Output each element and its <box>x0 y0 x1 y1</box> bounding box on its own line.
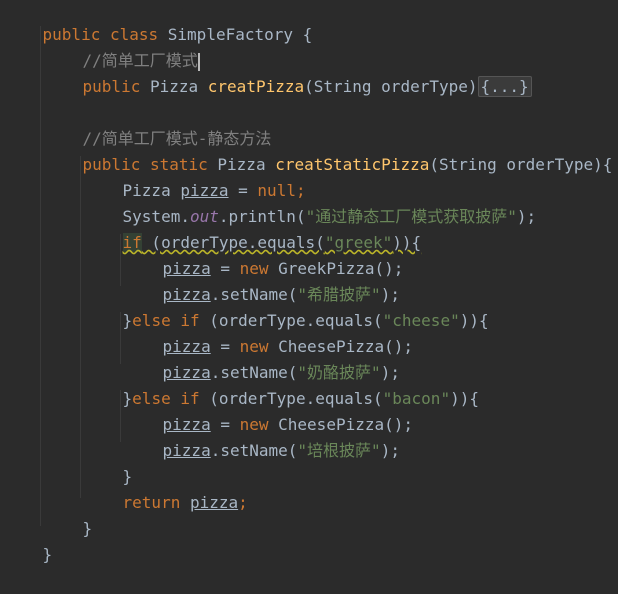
method-name: creatPizza <box>207 77 305 96</box>
indent-guide <box>40 26 41 526</box>
code-line-20[interactable]: } <box>44 490 618 538</box>
code-line-7[interactable]: Pizza pizza = null; <box>84 152 618 200</box>
code-line-2[interactable]: //简单工厂模式 <box>44 22 618 71</box>
keyword: public <box>82 77 141 96</box>
code-line-18[interactable]: } <box>84 438 618 486</box>
params: (String orderType) <box>304 77 478 96</box>
code-line-9[interactable]: if (orderType.equals("greek")){ <box>84 204 618 252</box>
code-line-10[interactable]: pizza = new GreekPizza(); <box>124 230 618 278</box>
code-line-12[interactable]: }else if (orderType.equals("cheese")){ <box>84 282 618 330</box>
code-line-11[interactable]: pizza.setName("希腊披萨"); <box>124 256 618 304</box>
code-line-21[interactable]: } <box>4 516 618 564</box>
code-line-17[interactable]: pizza.setName("培根披萨"); <box>124 412 618 460</box>
code-line-8[interactable]: System.out.println("通过静态工厂模式获取披萨"); <box>84 178 618 226</box>
brace: } <box>42 545 53 564</box>
code-line-6[interactable]: public static Pizza creatStaticPizza(Str… <box>44 126 618 174</box>
code-line-1[interactable]: public class SimpleFactory { <box>4 0 618 44</box>
indent-guide <box>80 156 81 498</box>
code-line-16[interactable]: pizza = new CheesePizza(); <box>124 386 618 434</box>
code-line-5[interactable]: //简单工厂模式-静态方法 <box>44 100 618 148</box>
code-line-14[interactable]: pizza.setName("奶酪披萨"); <box>124 334 618 382</box>
code-line-19[interactable]: return pizza; <box>84 464 618 512</box>
folded-block[interactable]: {...} <box>477 76 532 97</box>
code-line-3[interactable]: public Pizza creatPizza(String orderType… <box>44 48 618 97</box>
code-line-15[interactable]: }else if (orderType.equals("bacon")){ <box>84 360 618 408</box>
code-editor[interactable]: public class SimpleFactory { //简单工厂模式 pu… <box>0 0 618 564</box>
return-type: Pizza <box>149 77 199 96</box>
code-line-13[interactable]: pizza = new CheesePizza(); <box>124 308 618 356</box>
